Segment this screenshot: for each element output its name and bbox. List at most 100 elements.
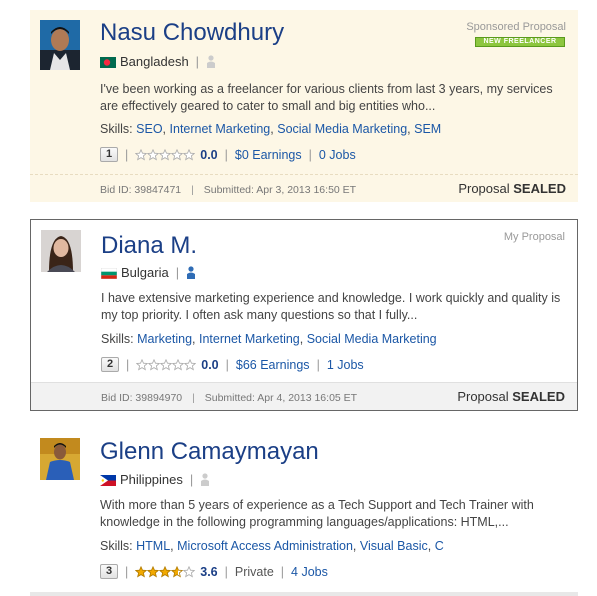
separator: | xyxy=(280,564,285,579)
jobs-link[interactable]: 0 Jobs xyxy=(319,148,356,162)
separator: | xyxy=(125,147,129,162)
separator: | xyxy=(125,564,129,579)
divider xyxy=(30,592,578,596)
comma: , xyxy=(170,539,174,553)
earnings-link[interactable]: $0 Earnings xyxy=(235,148,302,162)
skill-link[interactable]: C xyxy=(435,539,444,553)
star-icon xyxy=(184,358,197,370)
star-icon xyxy=(136,358,149,370)
rating-stars xyxy=(136,358,197,371)
comma: , xyxy=(270,122,274,136)
proposal-status: Proposal SEALED xyxy=(457,389,565,404)
submitted-date: Submitted: Apr 4, 2013 16:05 ET xyxy=(204,392,358,404)
star-icon xyxy=(147,148,160,160)
skill-link[interactable]: Social Media Marketing xyxy=(277,122,407,136)
country: Bulgaria xyxy=(121,265,169,280)
location: Bulgaria | xyxy=(100,265,196,280)
avatar-photo xyxy=(41,230,81,272)
skill-link[interactable]: Marketing xyxy=(137,332,192,346)
separator: | xyxy=(189,472,194,487)
separator: | xyxy=(192,392,195,404)
skills-list: Skills: SEO, Internet Marketing, Social … xyxy=(100,122,441,136)
star-icon xyxy=(147,565,160,577)
proposal-card-mine: Diana M. My Proposal Bulgaria | I have e… xyxy=(30,219,578,411)
proposal-footer: Bid ID: 39894970 | Submitted: Apr 4, 201… xyxy=(31,382,577,410)
freelancer-name[interactable]: Glenn Camaymayan xyxy=(100,438,319,466)
comma: , xyxy=(192,332,196,346)
my-proposal-tag: My Proposal xyxy=(503,231,565,243)
star-icon xyxy=(148,358,161,370)
skill-link[interactable]: SEM xyxy=(414,122,441,136)
skills-list: Skills: Marketing, Internet Marketing, S… xyxy=(101,332,437,346)
country: Bangladesh xyxy=(120,54,189,69)
proposal-status: Proposal SEALED xyxy=(458,181,566,196)
skills-label: Skills: xyxy=(100,539,133,553)
skill-link[interactable]: Internet Marketing xyxy=(199,332,300,346)
bid-info: Bid ID: 39894970 | Submitted: Apr 4, 201… xyxy=(101,392,357,404)
rating-stars xyxy=(135,148,196,161)
star-icon xyxy=(171,565,184,577)
rating-value: 3.6 xyxy=(200,564,218,579)
jobs-link[interactable]: 4 Jobs xyxy=(291,565,328,579)
avatar[interactable] xyxy=(40,20,80,70)
proposal-description: With more than 5 years of experience as … xyxy=(100,498,534,529)
location: Bangladesh | xyxy=(100,54,216,69)
avatar-photo xyxy=(40,438,80,480)
skill-link[interactable]: HTML xyxy=(136,539,170,553)
freelancer-name[interactable]: Diana M. xyxy=(101,232,197,260)
bulgaria-flag-icon xyxy=(100,267,118,280)
separator: | xyxy=(126,357,130,372)
bid-id: Bid ID: 39847471 xyxy=(100,184,182,196)
proposal-card: Glenn Camaymayan Philippines | With more… xyxy=(30,428,578,596)
skill-link[interactable]: Internet Marketing xyxy=(170,122,271,136)
skill-link[interactable]: Visual Basic xyxy=(360,539,428,553)
separator: | xyxy=(195,54,200,69)
star-icon xyxy=(183,148,196,160)
jobs-link[interactable]: 1 Jobs xyxy=(327,358,364,372)
philippines-flag-icon xyxy=(100,474,116,486)
comma: , xyxy=(162,122,167,136)
proposal-label: Proposal xyxy=(457,389,509,404)
star-icon xyxy=(135,148,148,160)
submitted-date: Submitted: Apr 3, 2013 16:50 ET xyxy=(203,184,357,196)
verified-person-icon xyxy=(186,266,196,279)
separator: | xyxy=(316,357,320,372)
star-icon xyxy=(172,358,185,370)
bid-info: Bid ID: 39847471 | Submitted: Apr 3, 201… xyxy=(100,184,356,196)
avatar-photo xyxy=(40,20,80,70)
rating-value: 0.0 xyxy=(201,357,219,372)
rank-badge: 2 xyxy=(101,357,119,372)
sponsored-tag: Sponsored Proposal xyxy=(466,21,566,33)
bangladesh-flag-icon xyxy=(100,56,116,68)
separator: | xyxy=(225,357,229,372)
skills-label: Skills: xyxy=(100,122,133,136)
rank-badge: 1 xyxy=(100,147,118,162)
comma: , xyxy=(352,539,357,553)
separator: | xyxy=(224,564,228,579)
star-icon xyxy=(171,148,184,160)
avatar[interactable] xyxy=(40,438,80,480)
location: Philippines | xyxy=(100,472,210,487)
separator: | xyxy=(175,265,180,280)
skill-link[interactable]: SEO xyxy=(136,122,162,136)
sealed-status: SEALED xyxy=(512,389,565,404)
rank-badge: 3 xyxy=(100,564,118,579)
proposal-card-sponsored: Nasu Chowdhury Sponsored Proposal NEW FR… xyxy=(30,10,578,202)
star-icon xyxy=(160,358,173,370)
skill-link[interactable]: Social Media Marketing xyxy=(307,332,437,346)
bid-id: Bid ID: 39894970 xyxy=(101,392,183,404)
earnings-private: Private xyxy=(234,564,274,579)
rating-stars xyxy=(135,565,196,578)
skills-list: Skills: HTML, Microsoft Access Administr… xyxy=(100,539,444,553)
sealed-status: SEALED xyxy=(513,181,566,196)
freelancer-name[interactable]: Nasu Chowdhury xyxy=(100,19,284,47)
proposal-description: I've been working as a freelancer for va… xyxy=(100,82,553,113)
separator: | xyxy=(191,184,194,196)
star-icon xyxy=(159,148,172,160)
proposal-label: Proposal xyxy=(458,181,510,196)
rating-value: 0.0 xyxy=(200,147,218,162)
avatar[interactable] xyxy=(41,230,81,272)
country: Philippines xyxy=(120,472,183,487)
skill-link[interactable]: Microsoft Access Administration xyxy=(177,539,353,553)
earnings-link[interactable]: $66 Earnings xyxy=(236,358,310,372)
